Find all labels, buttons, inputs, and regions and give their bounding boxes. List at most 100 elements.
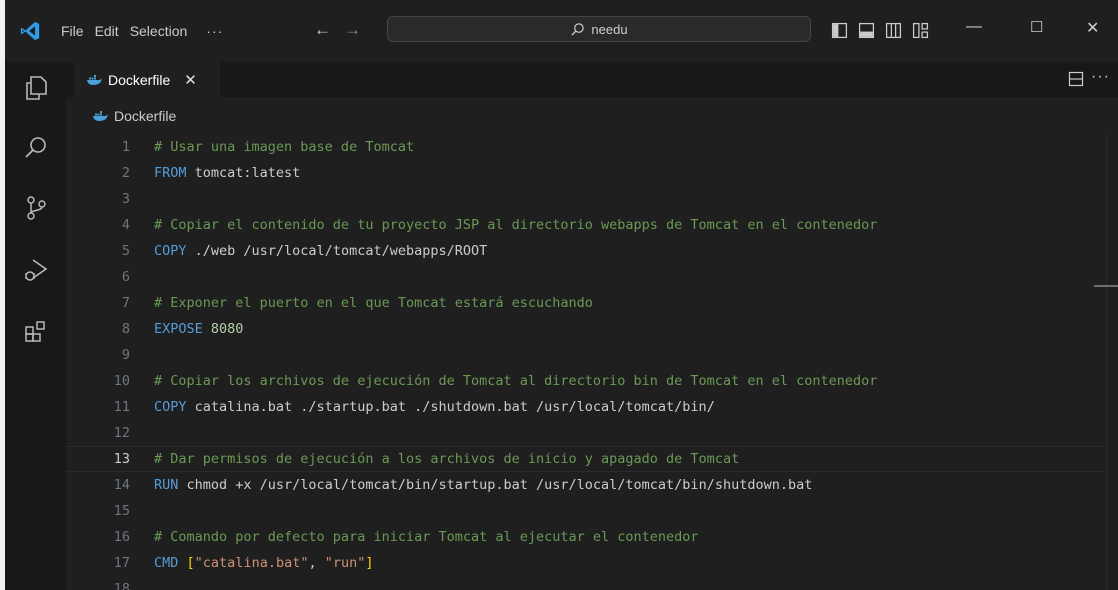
line-number: 10	[113, 373, 130, 389]
editor-tabs: Dockerfile ✕ ···	[66, 62, 1118, 97]
code-editor[interactable]: 1 # Usar una imagen base de Tomcat 2 FROM t…	[66, 134, 1118, 590]
line-number: 5	[121, 243, 130, 259]
code-token: RUN	[154, 477, 179, 493]
code-line[interactable]: 7 # Exponer el puerto en el que Tomcat es…	[66, 290, 1104, 316]
line-number: 2	[121, 165, 130, 181]
code-token: catalina.bat ./startup.bat ./shutdown.ba…	[186, 399, 715, 415]
close-tab-icon[interactable]: ✕	[184, 71, 197, 89]
line-code: FROM tomcat:latest	[154, 160, 300, 186]
code-token: FROM	[154, 165, 187, 181]
menu-selection[interactable]: Selection	[130, 22, 188, 40]
code-token: "catalina.bat"	[194, 555, 309, 571]
breadcrumb: Dockerfile	[66, 97, 1118, 134]
line-number: 15	[113, 503, 130, 519]
menu-edit[interactable]: Edit	[95, 22, 119, 40]
tab-dockerfile[interactable]: Dockerfile ✕	[74, 62, 220, 97]
line-code: # Copiar el contenido de tu proyecto JSP…	[154, 212, 877, 238]
line-number: 7	[121, 295, 130, 311]
split-editor-icon[interactable]	[1068, 71, 1084, 87]
line-code: COPY ./web /usr/local/tomcat/webapps/ROO…	[154, 238, 487, 264]
docker-icon	[93, 110, 108, 121]
code-line[interactable]: 8 EXPOSE 8080	[66, 316, 1104, 342]
code-line[interactable]: 15	[66, 498, 1104, 524]
code-line[interactable]: 6	[66, 264, 1104, 290]
code-line[interactable]: 3	[66, 186, 1104, 212]
line-code: CMD ["catalina.bat", "run"]	[154, 550, 374, 576]
line-code: # Comando por defecto para iniciar Tomca…	[154, 524, 699, 550]
maximize-icon[interactable]: ☐	[1030, 18, 1043, 36]
line-number: 3	[121, 191, 130, 207]
code-line[interactable]: 18	[66, 576, 1104, 590]
vscode-logo-icon[interactable]	[19, 20, 41, 42]
search-icon	[571, 22, 585, 36]
code-token: EXPOSE	[154, 321, 203, 337]
line-number: 4	[121, 217, 130, 233]
line-code: COPY catalina.bat ./startup.bat ./shutdo…	[154, 394, 715, 420]
menu-file[interactable]: File	[61, 22, 84, 40]
code-line[interactable]: 2 FROM tomcat:latest	[66, 160, 1104, 186]
line-number: 13	[113, 451, 130, 467]
breadcrumb-file[interactable]: Dockerfile	[114, 108, 176, 124]
code-token: COPY	[154, 243, 187, 259]
run-and-debug-icon[interactable]	[22, 256, 50, 284]
source-control-icon[interactable]	[22, 194, 50, 222]
extensions-icon[interactable]	[22, 318, 50, 346]
code-token: 8080	[210, 321, 244, 337]
more-actions-icon[interactable]: ···	[1091, 68, 1110, 86]
code-line[interactable]: 17 CMD ["catalina.bat", "run"]	[66, 550, 1104, 576]
toggle-secondary-sidebar-icon[interactable]	[885, 22, 902, 39]
title-bar: File Edit Selection ··· ← → needu — ☐ ✕	[5, 0, 1118, 62]
explorer-icon[interactable]	[22, 74, 50, 102]
code-token: [	[186, 555, 195, 571]
forward-arrow-icon[interactable]: →	[344, 20, 361, 40]
customize-layout-icon[interactable]	[912, 22, 929, 39]
code-line[interactable]: 5 COPY ./web /usr/local/tomcat/webapps/RO…	[66, 238, 1104, 264]
line-number: 18	[113, 581, 130, 590]
code-token: # Usar una imagen base de Tomcat	[154, 139, 415, 155]
code-token: "run"	[324, 555, 366, 571]
code-line[interactable]: 10 # Copiar los archivos de ejecución de …	[66, 368, 1104, 394]
code-token: ,	[308, 555, 325, 571]
code-line[interactable]: 12	[66, 420, 1104, 446]
scrollbar-marker[interactable]	[1094, 285, 1118, 287]
layout-controls	[831, 22, 929, 39]
line-number: 12	[113, 425, 130, 441]
back-arrow-icon[interactable]: ←	[314, 20, 331, 40]
line-code: # Copiar los archivos de ejecución de To…	[154, 368, 877, 394]
line-number: 11	[113, 399, 130, 415]
menu-bar: File Edit Selection ···	[61, 20, 223, 42]
code-line[interactable]: 11 COPY catalina.bat ./startup.bat ./shut…	[66, 394, 1104, 420]
line-number: 14	[113, 477, 130, 493]
line-number: 6	[121, 269, 130, 285]
code-line[interactable]: 1 # Usar una imagen base de Tomcat	[66, 134, 1104, 160]
menu-more[interactable]: ···	[206, 22, 223, 40]
line-number: 1	[121, 139, 130, 155]
close-window-icon[interactable]: ✕	[1086, 18, 1099, 38]
code-line[interactable]: 14 RUN chmod +x /usr/local/tomcat/bin/sta…	[66, 472, 1104, 498]
line-number: 17	[113, 555, 130, 571]
code-token: chmod +x /usr/local/tomcat/bin/startup.b…	[178, 477, 813, 493]
scrollbar-track[interactable]	[1106, 134, 1107, 590]
search-view-icon[interactable]	[22, 134, 50, 162]
code-line[interactable]: 9	[66, 342, 1104, 368]
code-line[interactable]: 16 # Comando por defecto para iniciar Tom…	[66, 524, 1104, 550]
line-number: 8	[121, 321, 130, 337]
code-token: ]	[365, 555, 374, 571]
minimize-icon[interactable]: —	[966, 18, 982, 36]
history-nav: ← →	[314, 20, 361, 40]
search-text: needu	[591, 21, 628, 37]
code-token: # Comando por defecto para iniciar Tomca…	[154, 529, 699, 545]
toggle-panel-icon[interactable]	[858, 22, 875, 39]
code-token: COPY	[154, 399, 187, 415]
code-token: # Exponer el puerto en el que Tomcat est…	[154, 295, 593, 311]
command-center-search[interactable]: needu	[387, 16, 811, 42]
toggle-primary-sidebar-icon[interactable]	[831, 22, 848, 39]
code-line[interactable]: 4 # Copiar el contenido de tu proyecto JS…	[66, 212, 1104, 238]
line-code: RUN chmod +x /usr/local/tomcat/bin/start…	[154, 472, 812, 498]
tab-label: Dockerfile	[108, 72, 171, 88]
code-line[interactable]: 13 # Dar permisos de ejecución a los arch…	[66, 446, 1104, 472]
line-number: 9	[121, 347, 130, 363]
code-token: CMD	[154, 555, 179, 571]
line-code: # Usar una imagen base de Tomcat	[154, 134, 414, 160]
